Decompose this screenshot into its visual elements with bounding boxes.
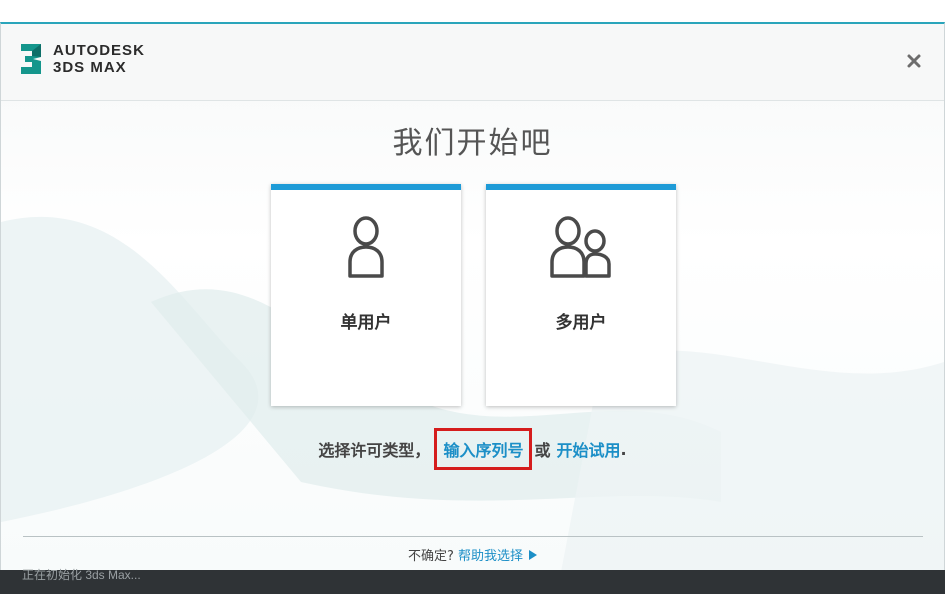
taskbar: 正在初始化 3ds Max... [0, 568, 945, 594]
start-dialog: AUTODESK 3DS MAX 我们开始吧 单用户 多用户 选择许可类型， 输… [0, 22, 945, 573]
dialog-header: AUTODESK 3DS MAX [1, 24, 944, 101]
enter-serial-link[interactable]: 输入序列号 [443, 441, 523, 460]
background-swoosh-graphic [1, 216, 944, 572]
single-user-icon [348, 216, 384, 278]
serial-highlight-box: 输入序列号 [434, 428, 533, 470]
help-me-choose-link[interactable]: 帮助我选择 [458, 545, 523, 564]
footer-divider [23, 536, 923, 537]
status-text: 正在初始化 3ds Max... [22, 568, 141, 582]
page-title: 我们开始吧 [392, 126, 553, 161]
multi-user-icon [550, 216, 611, 278]
product-name: 3DS MAX [53, 59, 127, 76]
screen: AUTODESK 3DS MAX 我们开始吧 单用户 多用户 选择许可类型， 输… [0, 0, 945, 594]
multi-user-label: 多用户 [555, 313, 607, 333]
suffix-text: . [620, 439, 627, 459]
top-strip [0, 0, 945, 22]
triangle-right-icon[interactable] [528, 549, 537, 560]
3ds-max-logo-icon [21, 44, 41, 74]
single-user-card[interactable]: 单用户 [271, 184, 461, 406]
license-type-prompt: 选择许可类型， 输入序列号 或 开始试用 . [1, 428, 944, 470]
license-prefix-text: 选择许可类型， [318, 441, 431, 460]
start-trial-link[interactable]: 开始试用 [556, 437, 620, 461]
single-user-label: 单用户 [340, 313, 392, 333]
brand-name: AUTODESK [53, 42, 145, 59]
unsure-text: 不确定? [408, 549, 454, 564]
or-text: 或 [534, 441, 551, 460]
product-logo: AUTODESK 3DS MAX [19, 42, 145, 76]
multi-user-card[interactable]: 多用户 [486, 184, 676, 406]
close-icon[interactable] [906, 53, 922, 69]
footer: 不确定? 帮助我选择 [1, 545, 944, 564]
